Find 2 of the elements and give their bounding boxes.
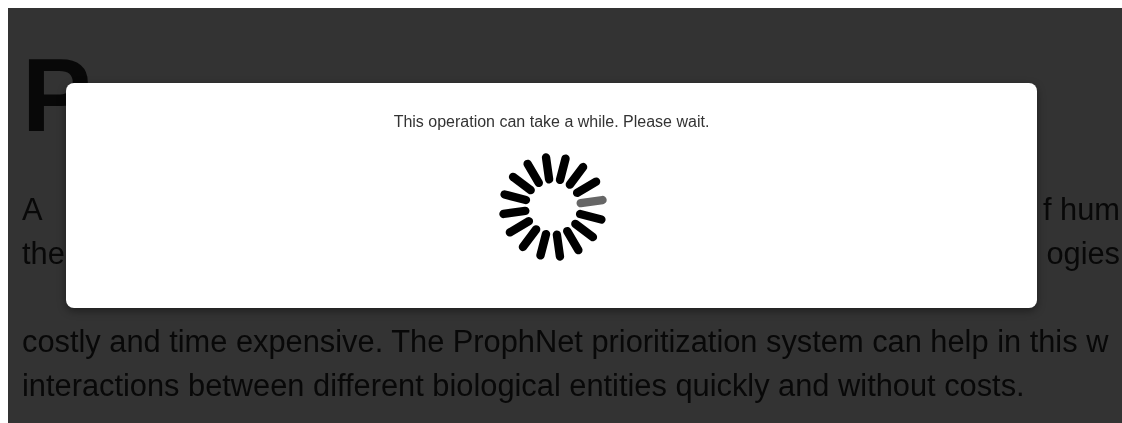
dialog-message: This operation can take a while. Please wait. xyxy=(393,113,710,131)
loading-spinner-icon xyxy=(496,151,609,263)
